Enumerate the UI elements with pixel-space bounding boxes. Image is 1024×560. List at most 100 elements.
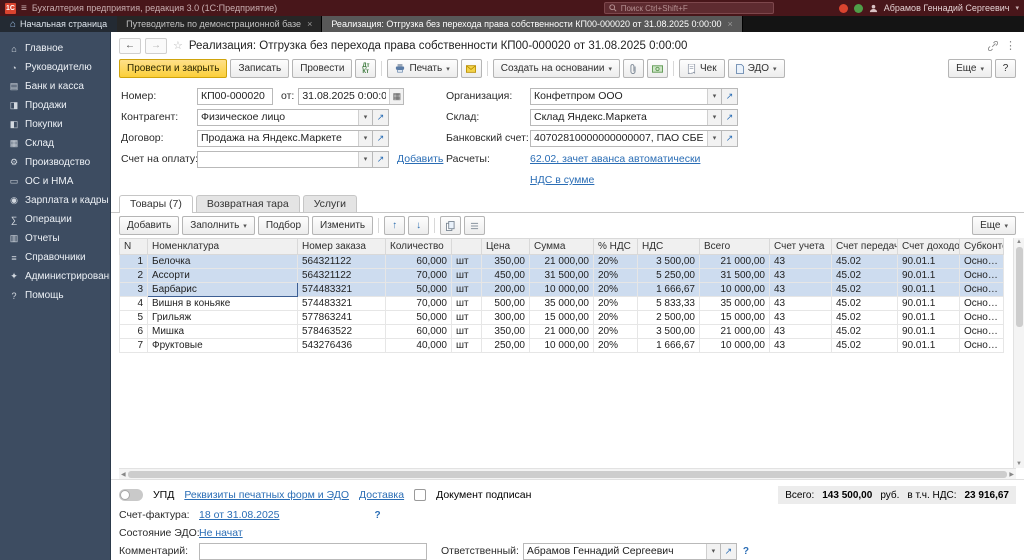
dropdown-icon[interactable]: ▾: [707, 88, 721, 104]
print-forms-link[interactable]: Реквизиты печатных форм и ЭДО: [184, 489, 349, 501]
open-icon[interactable]: ↗: [722, 108, 738, 126]
close-tab-icon[interactable]: ×: [728, 19, 733, 29]
table-cell[interactable]: 43: [769, 268, 832, 283]
table-cell[interactable]: 21 000,00: [529, 254, 594, 269]
table-cell[interactable]: Основная: [959, 254, 1004, 269]
table-cell[interactable]: 564321122: [297, 268, 386, 283]
table-cell[interactable]: 43: [769, 338, 832, 353]
table-cell[interactable]: 21 000,00: [699, 254, 770, 269]
table-cell[interactable]: 574483321: [297, 296, 386, 311]
create-based-on-button[interactable]: Создать на основании ▾: [492, 59, 620, 78]
post-and-close-button[interactable]: Провести и закрыть: [119, 59, 228, 78]
tab-home[interactable]: ⌂ Начальная страница: [0, 16, 118, 32]
table-row[interactable]: 1 Белочка 564321122 60,000 шт 350,00 21 000,00…: [119, 254, 1004, 269]
check-button[interactable]: Чек: [678, 59, 725, 78]
table-cell[interactable]: Основная: [959, 338, 1004, 353]
document-signed-checkbox[interactable]: [414, 489, 427, 501]
settlements-link[interactable]: 62.02, зачет аванса автоматически: [530, 153, 700, 165]
table-cell[interactable]: Белочка: [147, 254, 298, 269]
warehouse-input[interactable]: [531, 111, 707, 123]
open-icon[interactable]: ↗: [373, 150, 389, 168]
print-button[interactable]: Печать ▾: [387, 59, 458, 78]
table-cell[interactable]: 20%: [593, 296, 638, 311]
more-button[interactable]: Еще ▾: [948, 59, 992, 78]
table-cell[interactable]: 40,000: [385, 338, 452, 353]
table-cell[interactable]: 90.01.1: [897, 296, 960, 311]
sidebar-item-pokupki[interactable]: ◧ Покупки: [0, 115, 110, 134]
help-button[interactable]: ?: [995, 59, 1016, 78]
vertical-scroll-thumb[interactable]: [1015, 247, 1023, 327]
table-cell[interactable]: 45.02: [831, 338, 898, 353]
tab-document[interactable]: Реализация: Отгрузка без перехода права …: [322, 16, 743, 32]
edo-state-link[interactable]: Не начат: [199, 527, 243, 539]
table-cell[interactable]: 300,00: [481, 310, 530, 325]
column-header[interactable]: Счет учета: [769, 238, 832, 255]
open-icon[interactable]: ↗: [373, 108, 389, 126]
table-cell[interactable]: шт: [451, 254, 482, 269]
table-cell[interactable]: шт: [451, 324, 482, 339]
items-more-button[interactable]: Еще ▾: [972, 216, 1016, 235]
table-cell[interactable]: 31 500,00: [699, 268, 770, 283]
global-search[interactable]: Поиск Ctrl+Shift+F: [603, 2, 774, 14]
organization-input[interactable]: [531, 90, 707, 102]
table-cell[interactable]: 250,00: [481, 338, 530, 353]
table-row[interactable]: 4 Вишня в коньяке 574483321 70,000 шт 500,00 3…: [119, 296, 1004, 311]
sidebar-item-pomosch[interactable]: ? Помощь: [0, 286, 110, 305]
table-cell[interactable]: 4: [119, 296, 148, 311]
hamburger-menu-icon[interactable]: ≡: [21, 3, 27, 14]
table-cell[interactable]: 45.02: [831, 254, 898, 269]
open-icon[interactable]: ↗: [722, 129, 738, 147]
tab-services[interactable]: Услуги: [302, 195, 357, 212]
table-cell[interactable]: 43: [769, 254, 832, 269]
table-cell[interactable]: 43: [769, 310, 832, 325]
column-header[interactable]: НДС: [637, 238, 700, 255]
table-cell[interactable]: Основная: [959, 310, 1004, 325]
sidebar-item-otchety[interactable]: ▥ Отчеты: [0, 229, 110, 248]
sidebar-item-os-i-nma[interactable]: ▭ ОС и НМА: [0, 172, 110, 191]
table-cell[interactable]: 20%: [593, 268, 638, 283]
table-cell[interactable]: 5 833,33: [637, 296, 700, 311]
dropdown-icon[interactable]: ▾: [705, 543, 720, 559]
dropdown-icon[interactable]: ▾: [707, 109, 721, 125]
sidebar-item-operacii[interactable]: ∑ Операции: [0, 210, 110, 229]
table-cell[interactable]: 21 000,00: [699, 324, 770, 339]
table-cell[interactable]: 70,000: [385, 268, 452, 283]
table-cell[interactable]: 20%: [593, 254, 638, 269]
horizontal-scroll-thumb[interactable]: [127, 470, 1008, 478]
open-icon[interactable]: ↗: [373, 129, 389, 147]
table-cell[interactable]: 5 250,00: [637, 268, 700, 283]
sidebar-item-rukovoditelyu[interactable]: ◔ Руководителю: [0, 58, 110, 77]
kebab-menu-icon[interactable]: ⋮: [1005, 39, 1016, 52]
table-row[interactable]: 5 Грильяж 577863241 50,000 шт 300,00 15 000,00…: [119, 310, 1004, 325]
column-header[interactable]: Номер заказа: [297, 238, 386, 255]
fill-button[interactable]: Заполнить ▾: [182, 216, 255, 235]
table-cell[interactable]: 35 000,00: [529, 296, 594, 311]
sidebar-item-prodazhi[interactable]: ◨ Продажи: [0, 96, 110, 115]
copy-row-button[interactable]: [440, 216, 462, 235]
table-row[interactable]: 7 Фруктовые 543276436 40,000 шт 250,00 10 000,…: [119, 338, 1004, 353]
pick-button[interactable]: Подбор: [257, 216, 310, 235]
table-cell[interactable]: Основная: [959, 324, 1004, 339]
bank-account-input[interactable]: [531, 132, 707, 144]
email-button[interactable]: [460, 59, 482, 78]
table-cell[interactable]: 564321122: [297, 254, 386, 269]
table-cell[interactable]: 43: [769, 324, 832, 339]
table-cell[interactable]: 90.01.1: [897, 310, 960, 325]
table-cell[interactable]: 543276436: [297, 338, 386, 353]
table-cell[interactable]: 450,00: [481, 268, 530, 283]
table-cell[interactable]: 1 666,67: [637, 338, 700, 353]
delivery-link[interactable]: Доставка: [359, 489, 404, 501]
table-cell[interactable]: Основная: [959, 268, 1004, 283]
close-tab-icon[interactable]: ×: [307, 19, 312, 29]
counterparty-input[interactable]: [198, 111, 358, 123]
sidebar-item-proizvodstvo[interactable]: ⚙ Производство: [0, 153, 110, 172]
table-cell[interactable]: шт: [451, 268, 482, 283]
table-cell[interactable]: 2: [119, 268, 148, 283]
scroll-up-icon[interactable]: ▲: [1016, 239, 1022, 245]
table-cell[interactable]: 10 000,00: [699, 282, 770, 297]
table-cell[interactable]: 3 500,00: [637, 324, 700, 339]
current-user[interactable]: Абрамов Геннадий Сергеевич: [884, 3, 1010, 13]
table-cell[interactable]: 1: [119, 254, 148, 269]
table-cell[interactable]: 43: [769, 296, 832, 311]
table-cell[interactable]: 45.02: [831, 310, 898, 325]
